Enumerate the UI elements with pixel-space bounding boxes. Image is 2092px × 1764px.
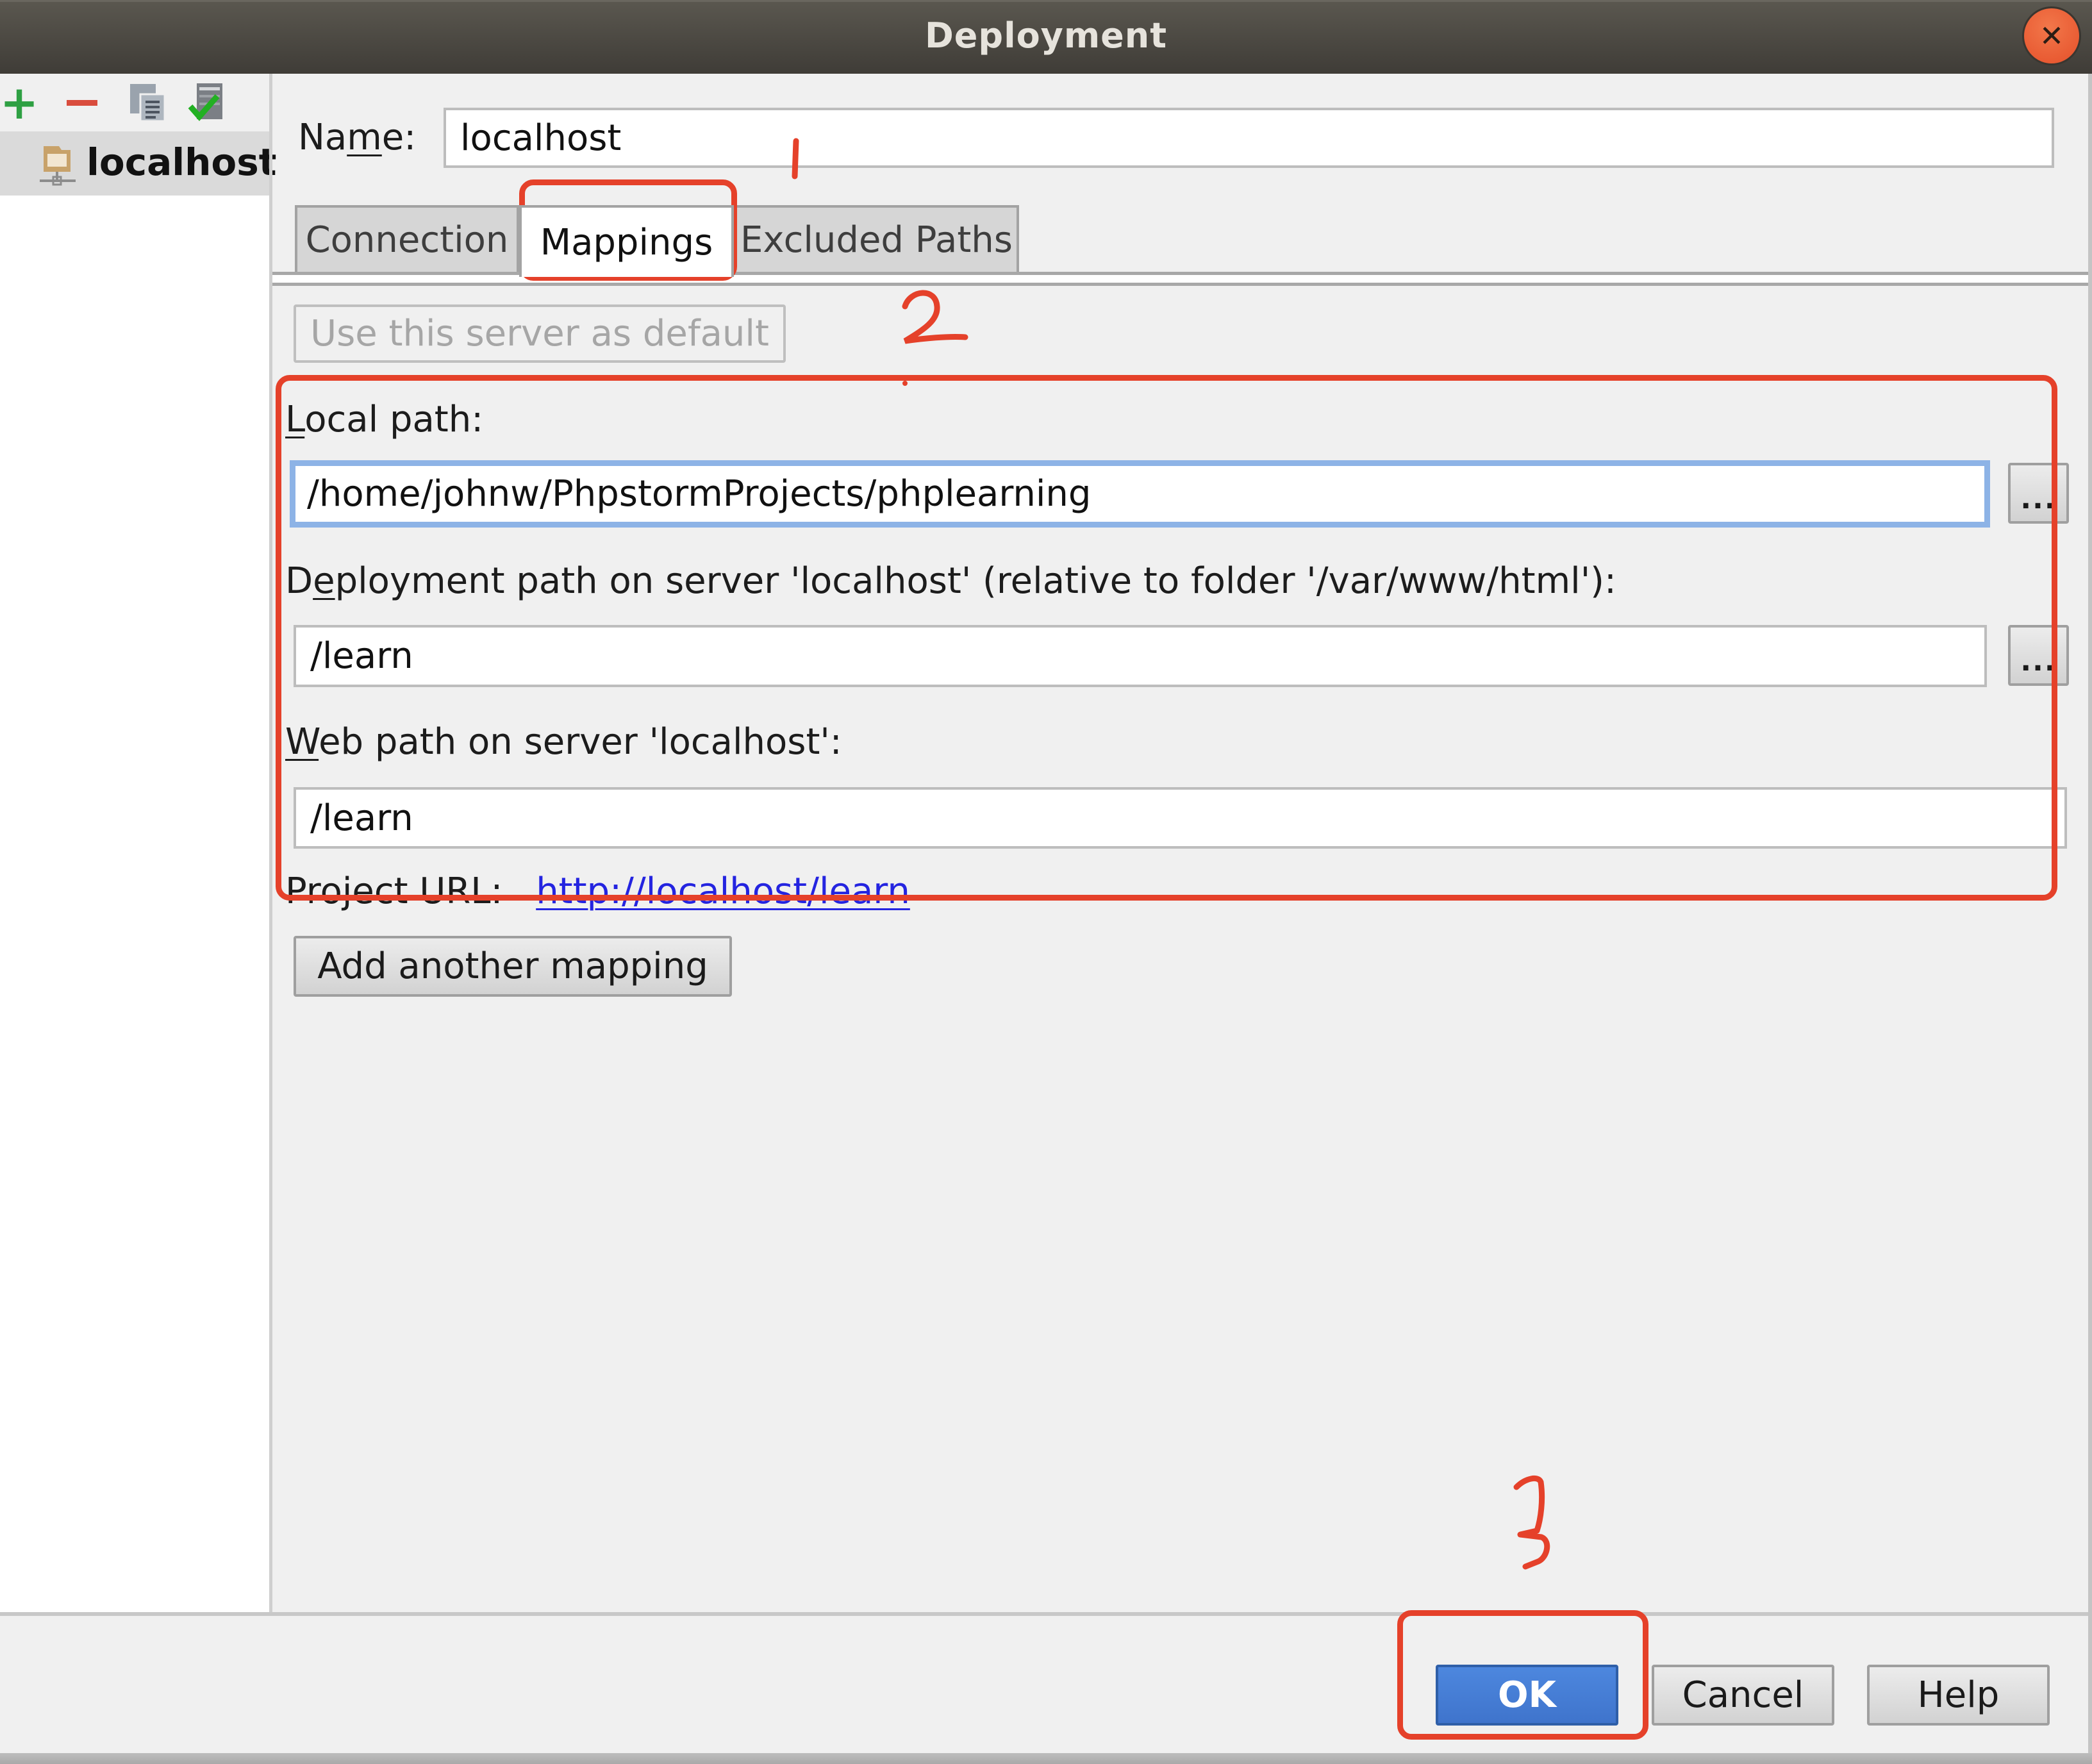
remove-server-button[interactable] bbox=[63, 83, 101, 122]
name-input[interactable]: localhost bbox=[444, 108, 2054, 168]
annotation-mark-2-dot bbox=[902, 381, 908, 386]
web-path-label: Web path on server 'localhost': bbox=[285, 721, 842, 763]
footer-divider bbox=[0, 1612, 2092, 1616]
close-icon: ✕ bbox=[2039, 19, 2064, 53]
set-default-server-button[interactable] bbox=[187, 83, 226, 122]
tab-content-border bbox=[272, 283, 2092, 286]
tab-mappings[interactable]: Mappings bbox=[519, 205, 734, 277]
server-list-panel bbox=[0, 74, 270, 1613]
use-as-default-button-label: Use this server as default bbox=[310, 313, 769, 354]
web-path-input[interactable]: /learn bbox=[294, 787, 2067, 849]
local-path-input[interactable]: /home/johnw/PhpstormProjects/phplearning bbox=[290, 460, 1990, 528]
browse-button-label: ... bbox=[2020, 645, 2057, 678]
cancel-button[interactable]: Cancel bbox=[1652, 1665, 1834, 1726]
tab-excluded-paths-label: Excluded Paths bbox=[740, 219, 1013, 261]
project-url-row: Project URL: http://localhost/learn bbox=[285, 869, 910, 914]
local-path-browse-button[interactable]: ... bbox=[2008, 463, 2069, 524]
window-shadow bbox=[0, 1753, 2092, 1764]
local-path-value: /home/johnw/PhpstormProjects/phplearning bbox=[307, 473, 1092, 515]
deployment-path-input[interactable]: /learn bbox=[294, 625, 1987, 687]
help-button[interactable]: Help bbox=[1867, 1665, 2050, 1726]
close-button[interactable]: ✕ bbox=[2022, 6, 2081, 65]
deployment-path-label: Deployment path on server 'localhost' (r… bbox=[285, 560, 1616, 602]
ok-button-label: OK bbox=[1498, 1674, 1556, 1716]
copy-icon bbox=[130, 84, 166, 122]
name-label: Name: bbox=[298, 117, 417, 158]
use-as-default-button: Use this server as default bbox=[294, 304, 786, 363]
window-edge bbox=[2088, 74, 2092, 1753]
add-another-mapping-label: Add another mapping bbox=[317, 945, 708, 987]
splitter[interactable] bbox=[269, 74, 272, 1613]
add-server-button[interactable]: + bbox=[0, 76, 39, 129]
project-url-label: Project URL: bbox=[285, 870, 503, 912]
server-check-icon bbox=[188, 83, 222, 121]
browse-button-label: ... bbox=[2020, 483, 2057, 515]
tab-mappings-label: Mappings bbox=[540, 221, 713, 263]
name-input-value: localhost bbox=[460, 117, 622, 159]
copy-server-button[interactable] bbox=[128, 83, 167, 122]
deployment-path-value: /learn bbox=[310, 635, 413, 677]
annotation-mark-3 bbox=[1513, 1475, 1550, 1570]
ok-button[interactable]: OK bbox=[1436, 1665, 1618, 1726]
cancel-button-label: Cancel bbox=[1682, 1674, 1804, 1716]
local-path-label: Local path: bbox=[285, 399, 484, 440]
add-another-mapping-button[interactable]: Add another mapping bbox=[294, 936, 732, 997]
project-url-link[interactable]: http://localhost/learn bbox=[536, 870, 910, 912]
window-title: Deployment bbox=[924, 15, 1168, 56]
server-list-item-label: localhost bbox=[87, 140, 277, 184]
tab-connection-label: Connection bbox=[305, 219, 509, 261]
sftp-server-icon bbox=[40, 146, 76, 186]
plus-icon: + bbox=[0, 76, 39, 129]
web-path-value: /learn bbox=[310, 797, 413, 839]
tab-excluded-paths[interactable]: Excluded Paths bbox=[734, 205, 1019, 272]
help-button-label: Help bbox=[1917, 1674, 2000, 1716]
deployment-path-browse-button[interactable]: ... bbox=[2008, 625, 2069, 686]
annotation-mark-2 bbox=[902, 290, 968, 344]
tab-connection[interactable]: Connection bbox=[295, 205, 519, 272]
